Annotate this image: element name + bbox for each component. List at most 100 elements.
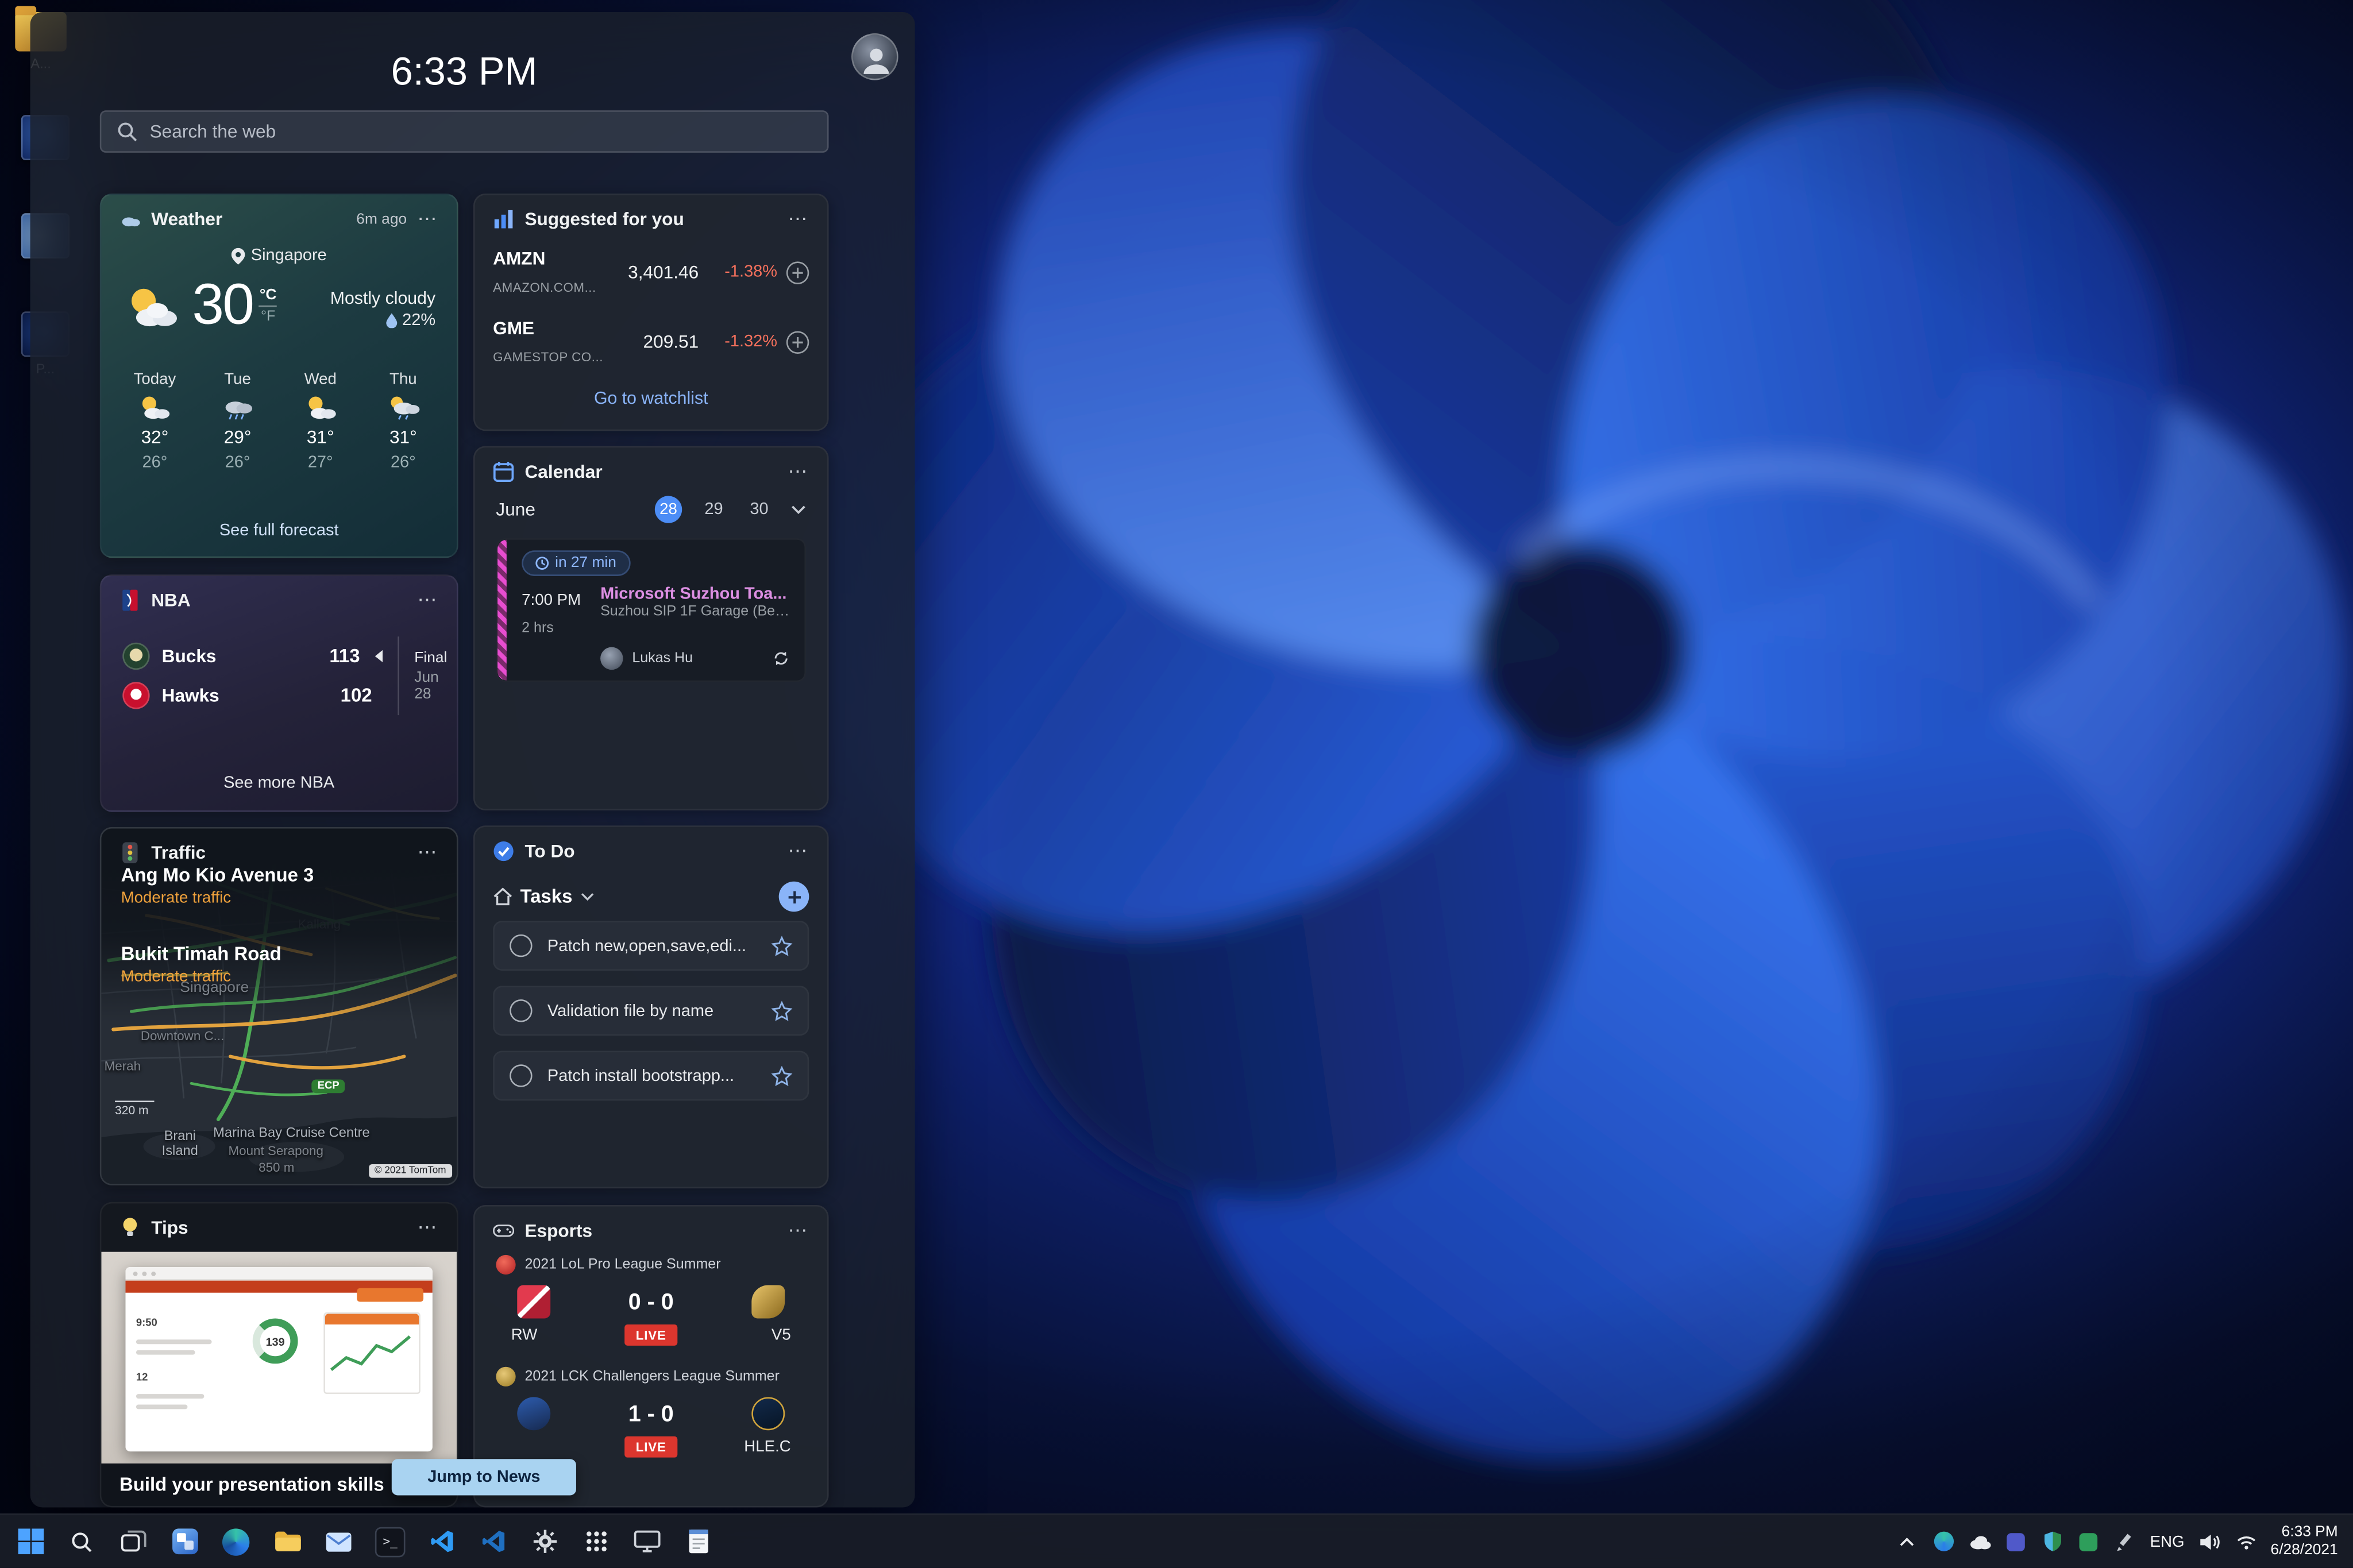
forecast-day[interactable]: Wed 31° 27° xyxy=(279,364,362,477)
weather-widget[interactable]: Weather 6m ago ⋯ Singapore 30 °C °F Most… xyxy=(99,193,458,558)
task-list-name[interactable]: Tasks xyxy=(520,886,573,907)
chevron-down-icon[interactable] xyxy=(791,505,806,514)
stock-change: -1.38% xyxy=(724,263,778,281)
star-icon[interactable] xyxy=(771,1065,793,1087)
search-button[interactable] xyxy=(57,1519,106,1564)
calendar-day[interactable]: 30 xyxy=(746,500,773,519)
nba-widget[interactable]: NBA ⋯ Bucks 113 Hawks 102 Final Jun 28 S… xyxy=(99,574,458,812)
task-checkbox[interactable] xyxy=(510,999,533,1022)
more-options-button[interactable]: ⋯ xyxy=(788,208,809,228)
team-logo-icon xyxy=(751,1285,785,1319)
tray-date: 6/28/2021 xyxy=(2270,1541,2338,1558)
pen-icon[interactable] xyxy=(2113,1530,2136,1552)
stock-change: -1.32% xyxy=(724,333,778,351)
task-checkbox[interactable] xyxy=(510,934,533,957)
match-row[interactable]: 1 - 0 xyxy=(475,1389,827,1433)
add-to-watchlist-button[interactable] xyxy=(786,261,809,284)
browser-globe-icon[interactable] xyxy=(1932,1530,1955,1552)
task-item[interactable]: Patch new,open,save,edi... xyxy=(493,921,809,971)
task-view-button[interactable] xyxy=(109,1519,157,1564)
defender-shield-icon[interactable] xyxy=(2041,1530,2063,1552)
add-to-watchlist-button[interactable] xyxy=(786,330,809,353)
more-options-button[interactable]: ⋯ xyxy=(788,1220,809,1239)
display-settings-button[interactable] xyxy=(623,1519,672,1564)
notepad-button[interactable] xyxy=(674,1519,723,1564)
apps-grid-button[interactable] xyxy=(572,1519,620,1564)
sync-icon[interactable] xyxy=(773,650,789,667)
web-search-bar[interactable] xyxy=(99,110,829,153)
calendar-event-card[interactable]: in 27 min 7:00 PM 2 hrs Microsoft Suzhou… xyxy=(496,538,807,682)
language-indicator[interactable]: ENG xyxy=(2150,1532,2185,1551)
map-scale: 320 m xyxy=(115,1100,154,1118)
todo-widget[interactable]: To Do ⋯ Tasks Patch new,open,save,edi...… xyxy=(473,825,829,1189)
team-row[interactable]: Hawks 102 xyxy=(122,676,383,715)
road-status: Moderate traffic xyxy=(121,889,232,907)
chevron-down-icon[interactable] xyxy=(580,892,594,901)
edge-button[interactable] xyxy=(212,1519,260,1564)
vscode-insiders-button[interactable] xyxy=(469,1519,517,1564)
more-options-button[interactable]: ⋯ xyxy=(788,461,809,481)
teams-icon[interactable] xyxy=(2005,1530,2027,1552)
stock-row[interactable]: GME GAMESTOP CO... 209.51 -1.32% xyxy=(475,307,827,376)
sun-cloud-icon xyxy=(308,396,336,419)
widgets-button[interactable] xyxy=(160,1519,209,1564)
stock-row[interactable]: AMZN AMAZON.COM... 3,401.46 -1.38% xyxy=(475,237,827,307)
forecast-day[interactable]: Today 32° 26° xyxy=(113,364,196,477)
celsius-label[interactable]: °C xyxy=(260,287,277,304)
hidden-icons-chevron[interactable] xyxy=(1896,1530,1918,1552)
stocks-widget[interactable]: Suggested for you ⋯ AMZN AMAZON.COM... 3… xyxy=(473,193,829,431)
person-icon xyxy=(863,48,889,74)
traffic-road-item[interactable]: Bukit Timah Road Moderate traffic xyxy=(121,944,281,986)
task-checkbox[interactable] xyxy=(510,1064,533,1087)
see-full-forecast-link[interactable]: See full forecast xyxy=(101,522,457,540)
vscode-button[interactable] xyxy=(418,1519,466,1564)
calendar-day-selected[interactable]: 28 xyxy=(654,496,682,523)
forecast-day[interactable]: Tue 29° 26° xyxy=(196,364,279,477)
more-options-button[interactable]: ⋯ xyxy=(418,208,439,228)
search-input[interactable] xyxy=(149,121,812,142)
traffic-widget[interactable]: Traffic ⋯ Ang Mo Kio Avenue 3 Moderate t… xyxy=(99,827,458,1185)
plus-icon xyxy=(788,890,800,903)
edge-icon xyxy=(222,1528,250,1555)
more-options-button[interactable]: ⋯ xyxy=(418,1217,439,1237)
settings-button[interactable] xyxy=(520,1519,569,1564)
league-row[interactable]: 2021 LoL Pro League Summer xyxy=(475,1249,827,1277)
match-row[interactable]: 0 - 0 xyxy=(475,1277,827,1321)
forecast-day[interactable]: Thu 31° 26° xyxy=(362,364,445,477)
terminal-button[interactable] xyxy=(366,1519,414,1564)
volume-icon[interactable] xyxy=(2198,1530,2220,1552)
event-time: 7:00 PM xyxy=(522,591,581,609)
start-button[interactable] xyxy=(6,1519,55,1564)
event-title[interactable]: Microsoft Suzhou Toa... xyxy=(600,585,789,604)
add-task-button[interactable] xyxy=(778,881,809,912)
forecast-low: 26° xyxy=(142,453,168,472)
traffic-road-item[interactable]: Ang Mo Kio Avenue 3 Moderate traffic xyxy=(121,865,314,907)
calendar-day[interactable]: 29 xyxy=(700,500,727,519)
see-more-nba-link[interactable]: See more NBA xyxy=(101,774,457,793)
user-avatar[interactable] xyxy=(851,33,898,80)
taskbar-clock[interactable]: 6:33 PM 6/28/2021 xyxy=(2271,1523,2338,1559)
more-options-button[interactable]: ⋯ xyxy=(788,841,809,860)
onedrive-cloud-icon[interactable] xyxy=(1969,1530,1991,1552)
weather-condition: Mostly cloudy xyxy=(330,289,436,308)
unit-toggle[interactable]: °C °F xyxy=(259,287,277,325)
task-item[interactable]: Validation file by name xyxy=(493,986,809,1036)
star-icon[interactable] xyxy=(771,935,793,956)
taskbar: ENG 6:33 PM 6/28/2021 xyxy=(0,1513,2353,1568)
network-icon[interactable] xyxy=(2234,1530,2256,1552)
go-to-watchlist-link[interactable]: Go to watchlist xyxy=(475,390,827,408)
calendar-widget[interactable]: Calendar ⋯ June 28 29 30 in 27 min 7:00 … xyxy=(473,446,829,810)
more-options-button[interactable]: ⋯ xyxy=(418,842,439,862)
excel-icon[interactable] xyxy=(2077,1530,2100,1552)
star-icon[interactable] xyxy=(771,1000,793,1021)
file-explorer-button[interactable] xyxy=(263,1519,311,1564)
forecast-low: 26° xyxy=(225,453,250,472)
preview-stat: 12 xyxy=(136,1373,148,1384)
task-item[interactable]: Patch install bootstrapp... xyxy=(493,1051,809,1101)
more-options-button[interactable]: ⋯ xyxy=(418,590,439,609)
mail-button[interactable] xyxy=(315,1519,363,1564)
league-row[interactable]: 2021 LCK Challengers League Summer xyxy=(475,1361,827,1389)
jump-to-news-button[interactable]: Jump to News xyxy=(391,1459,576,1496)
team-row[interactable]: Bucks 113 xyxy=(122,636,383,675)
fahrenheit-label[interactable]: °F xyxy=(261,308,275,325)
